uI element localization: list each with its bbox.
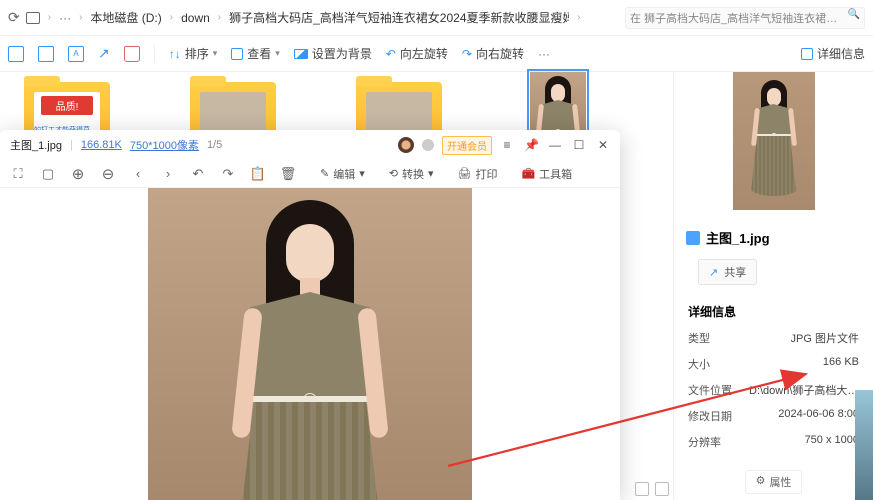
more-icon[interactable]: ··· xyxy=(538,47,550,61)
wallpaper-button[interactable]: 设置为背景 xyxy=(294,45,372,62)
chevron-icon: › xyxy=(577,12,580,23)
zoom-in-icon[interactable]: ⊕ xyxy=(70,166,86,182)
close-icon[interactable]: ✕ xyxy=(596,138,610,152)
minimize-icon[interactable]: — xyxy=(548,138,562,152)
image-viewer-window: 主图_1.jpg | 166.81K 750*1000像素 1/5 开通会员 ≡… xyxy=(0,130,620,500)
trash-icon[interactable]: 🗑 xyxy=(280,166,296,182)
details-panel: 主图_1.jpg ↗共享 详细信息 类型JPG 图片文件 大小166 KB 文件… xyxy=(673,72,873,500)
breadcrumb-folder[interactable]: down xyxy=(181,11,210,25)
zoom-out-icon[interactable]: ⊖ xyxy=(100,166,116,182)
rotate-right-button[interactable]: ↷向右旋转 xyxy=(462,45,524,62)
expand-icon[interactable]: ⛶ xyxy=(10,166,26,182)
share-button[interactable]: ↗共享 xyxy=(698,259,757,285)
delete-icon[interactable] xyxy=(124,46,140,62)
view-button[interactable]: 查看▾ xyxy=(231,45,280,62)
chevron-icon: › xyxy=(79,12,82,23)
viewmode-buttons xyxy=(635,482,669,496)
monitor-icon[interactable] xyxy=(26,12,40,24)
clipboard-icon[interactable]: 📋 xyxy=(250,166,266,182)
chevron-icon: › xyxy=(218,12,221,23)
prev-icon[interactable]: ‹ xyxy=(130,166,146,182)
detail-date: 修改日期2024-06-06 8:00 xyxy=(688,408,859,424)
paste-icon[interactable] xyxy=(38,46,54,62)
details-preview xyxy=(733,72,815,210)
details-filename: 主图_1.jpg xyxy=(674,210,873,255)
detail-resolution: 分辨率750 x 1000 xyxy=(688,434,859,450)
menu-icon[interactable]: ≡ xyxy=(500,138,514,152)
toolbox-button[interactable]: 🧰工具箱 xyxy=(521,166,572,182)
viewer-toolbar: ⛶ ▢ ⊕ ⊖ ‹ › ↶ ↷ 📋 🗑 ✎编辑▾ ⟲转换▾ 🖨打印 🧰工具箱 xyxy=(0,160,620,188)
print-button[interactable]: 🖨打印 xyxy=(458,166,498,182)
grid-view-icon[interactable] xyxy=(635,482,649,496)
detail-size: 大小166 KB xyxy=(688,356,859,372)
rename-icon[interactable]: A xyxy=(68,46,84,62)
breadcrumb-bar: ⟳ › ··· › 本地磁盘 (D:) › down › 狮子高档大码店_高档洋… xyxy=(0,0,873,36)
viewer-canvas xyxy=(0,188,620,500)
copy-icon[interactable] xyxy=(8,46,24,62)
next-icon[interactable]: › xyxy=(160,166,176,182)
details-header: 详细信息 xyxy=(688,303,859,320)
list-view-icon[interactable] xyxy=(655,482,669,496)
chevron-icon: › xyxy=(48,12,51,23)
properties-button[interactable]: ⚙属性 xyxy=(745,470,803,494)
share-out-icon[interactable]: ↗ xyxy=(98,45,110,62)
rotate-ccw-icon[interactable]: ↶ xyxy=(190,166,206,182)
breadcrumb-folder[interactable]: 狮子高档大码店_高档洋气短袖连衣裙女2024夏季新款收腰显瘦妈妈装中长款时尚裙子 xyxy=(229,9,569,26)
fit-icon[interactable]: ▢ xyxy=(40,166,56,182)
displayed-image[interactable] xyxy=(148,188,472,500)
chevron-icon: › xyxy=(170,12,173,23)
viewer-titlebar: 主图_1.jpg | 166.81K 750*1000像素 1/5 开通会员 ≡… xyxy=(0,130,620,160)
viewer-index: 1/5 xyxy=(207,139,222,151)
avatar-icon[interactable] xyxy=(398,137,414,153)
sort-button[interactable]: ↑↓排序▾ xyxy=(169,45,218,62)
rotate-cw-icon[interactable]: ↷ xyxy=(220,166,236,182)
more-icon[interactable]: ··· xyxy=(59,11,71,25)
viewer-filename: 主图_1.jpg xyxy=(10,137,62,153)
details-toggle[interactable]: 详细信息 xyxy=(801,45,865,62)
pin-icon[interactable]: 📌 xyxy=(524,138,538,152)
search-input[interactable]: 在 狮子高档大码店_高档洋气短袖连衣裙女2024夏季 xyxy=(625,7,865,29)
convert-menu[interactable]: ⟲转换▾ xyxy=(389,166,434,182)
viewer-dimensions[interactable]: 750*1000像素 xyxy=(130,137,199,153)
notification-icon[interactable] xyxy=(422,139,434,151)
rotate-left-button[interactable]: ↶向左旋转 xyxy=(386,45,448,62)
desktop-edge xyxy=(855,390,873,500)
detail-type: 类型JPG 图片文件 xyxy=(688,330,859,346)
action-toolbar: A ↗ ↑↓排序▾ 查看▾ 设置为背景 ↶向左旋转 ↷向右旋转 ··· 详细信息 xyxy=(0,36,873,72)
maximize-icon[interactable]: ☐ xyxy=(572,138,586,152)
vip-badge[interactable]: 开通会员 xyxy=(442,136,492,155)
quality-badge: 品质! xyxy=(41,96,93,115)
viewer-filesize[interactable]: 166.81K xyxy=(81,139,122,151)
detail-location: 文件位置D:\down\狮子高档大码店_高… xyxy=(688,382,859,398)
file-icon xyxy=(686,231,700,245)
edit-menu[interactable]: ✎编辑▾ xyxy=(320,166,365,182)
breadcrumb-drive[interactable]: 本地磁盘 (D:) xyxy=(90,9,161,26)
refresh-icon[interactable]: ⟳ xyxy=(8,9,20,26)
